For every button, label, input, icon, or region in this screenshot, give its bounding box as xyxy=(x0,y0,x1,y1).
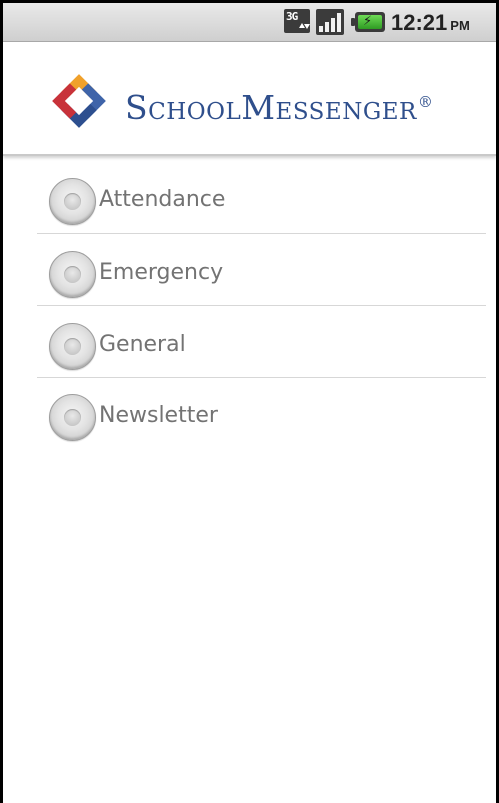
network-type-label: 3G xyxy=(286,10,298,23)
radio-dot xyxy=(64,193,81,210)
battery-charging-icon: ⚡ xyxy=(351,12,385,32)
registered-mark: ® xyxy=(417,93,434,111)
brand-name: SchoolMessenger xyxy=(125,88,417,127)
signal-strength-icon xyxy=(316,9,344,35)
clock-ampm: PM xyxy=(450,18,470,33)
list-item-label: Newsletter xyxy=(99,403,218,428)
signal-bar xyxy=(325,22,329,32)
list-item-label: General xyxy=(99,332,186,357)
list-item-attendance[interactable]: Attendance xyxy=(3,157,496,229)
radio-button-icon[interactable] xyxy=(49,394,96,441)
signal-bar xyxy=(337,13,341,32)
radio-button-icon[interactable] xyxy=(49,251,96,298)
radio-button-icon[interactable] xyxy=(49,323,96,370)
clock-time: 12:21 xyxy=(391,10,448,35)
list-item-general[interactable]: General xyxy=(3,302,496,374)
list-item-label: Attendance xyxy=(99,187,226,212)
radio-dot xyxy=(64,338,81,355)
status-clock: 12:21 PM xyxy=(391,10,470,36)
list-item-label: Emergency xyxy=(99,260,224,285)
device-frame: 3G ⚡ 12:21 PM SchoolMessenger® Attendanc… xyxy=(0,0,499,803)
signal-bar xyxy=(319,26,323,32)
brand-wordmark: SchoolMessenger® xyxy=(125,88,433,127)
charging-bolt-icon: ⚡ xyxy=(363,14,373,29)
app-header: SchoolMessenger® xyxy=(3,42,496,156)
schoolmessenger-logo-icon xyxy=(52,74,106,128)
3g-data-icon: 3G xyxy=(284,9,310,33)
radio-dot xyxy=(64,266,81,283)
radio-dot xyxy=(64,409,81,426)
list-item-emergency[interactable]: Emergency xyxy=(3,230,496,302)
signal-bar xyxy=(331,18,335,32)
status-bar: 3G ⚡ 12:21 PM xyxy=(3,3,496,42)
radio-button-icon[interactable] xyxy=(49,178,96,225)
list-item-newsletter[interactable]: Newsletter xyxy=(3,373,496,445)
battery-cap xyxy=(351,18,355,26)
download-arrow-icon xyxy=(304,24,310,29)
